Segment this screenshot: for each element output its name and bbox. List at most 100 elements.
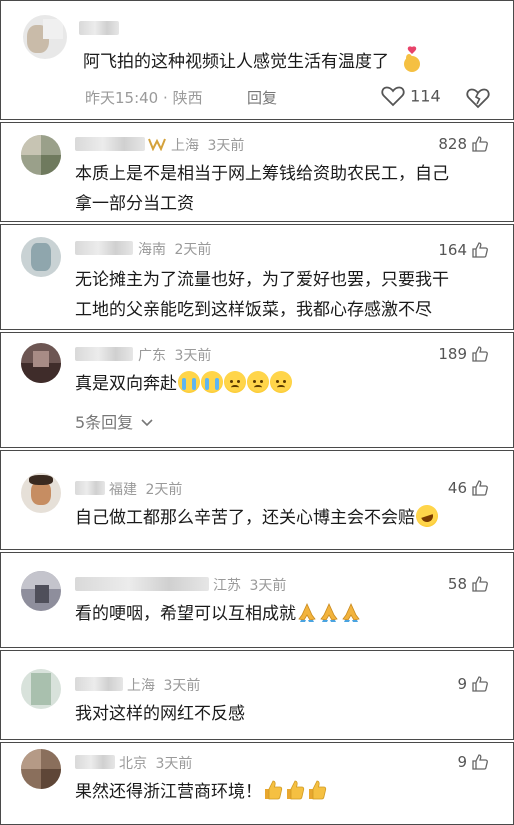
avatar[interactable]	[21, 237, 61, 277]
comment-line: 阿飞拍的这种视频让人感觉生活有温度了	[83, 52, 389, 72]
comment-card: 广东 3天前 189 真是双向奔赴 5条回复	[0, 332, 514, 448]
top-comment-card: 阿飞拍的这种视频让人感觉生活有温度了 昨天15:40 · 陕西 回复 114	[0, 0, 514, 120]
like-count: 9	[457, 675, 467, 693]
like-count: 9	[457, 753, 467, 771]
vip-badge-icon	[148, 138, 166, 151]
comment-line: 工地的父亲能吃到这样饭菜，我都心存感激不尽	[75, 300, 432, 320]
comment-time: 3天前	[155, 756, 193, 772]
comment-card: 上海 3天前 828 本质上是不是相当于网上筹钱给资助农民工，自己 拿一部分当工…	[0, 122, 514, 222]
avatar[interactable]	[21, 473, 61, 513]
broken-heart-icon[interactable]	[466, 87, 490, 109]
comment-line: 果然还得浙江营商环境！	[75, 782, 262, 802]
comment-time: 3天前	[207, 138, 245, 154]
like-button[interactable]: 114	[381, 85, 441, 109]
thumbs-up-icon[interactable]	[471, 675, 489, 693]
comment-line: 拿一部分当工资	[75, 194, 194, 214]
comment-line: 我对这样的网红不反感	[75, 704, 245, 724]
comment-text: 阿飞拍的这种视频让人感觉生活有温度了	[83, 45, 424, 77]
praying-hands-icon	[342, 603, 360, 622]
comment-location: 上海	[171, 138, 199, 154]
comment-time: 3天前	[249, 578, 287, 594]
username-blurred	[75, 481, 105, 495]
username-blurred	[75, 241, 133, 255]
comment-meta: 上海 3天前	[171, 135, 244, 155]
like-count: 46	[447, 479, 467, 497]
avatar[interactable]	[23, 15, 67, 59]
comment-meta: 上海 3天前	[127, 675, 200, 695]
username-blurred	[79, 21, 119, 35]
sad-emoji-icon	[270, 371, 292, 393]
chevron-down-icon	[141, 419, 153, 427]
separator-dot: ·	[163, 89, 173, 107]
comment-meta: 福建 2天前	[109, 479, 182, 499]
thumbs-up-icon[interactable]	[471, 575, 489, 593]
praying-hands-icon	[320, 603, 338, 622]
avatar[interactable]	[21, 669, 61, 709]
comment-meta: 北京 3天前	[119, 753, 192, 773]
like-count: 189	[438, 345, 467, 363]
avatar[interactable]	[21, 135, 61, 175]
thumbs-up-icon[interactable]	[471, 345, 489, 363]
comment-card: 海南 2天前 164 无论摊主为了流量也好，为了爱好也罢，只要我干 工地的父亲能…	[0, 224, 514, 330]
thumbs-up-emoji-icon	[265, 780, 283, 800]
comment-text: 我对这样的网红不反感	[75, 699, 245, 729]
like-count: 164	[438, 241, 467, 259]
like-count: 114	[410, 86, 441, 106]
comment-text: 自己做工都那么辛苦了，还关心博主会不会赔	[75, 502, 441, 533]
comment-card: 北京 3天前 9 果然还得浙江营商环境！	[0, 742, 514, 825]
comment-text: 果然还得浙江营商环境！	[75, 777, 328, 807]
thumbs-up-emoji-icon	[287, 780, 305, 800]
comment-card: 上海 3天前 9 我对这样的网红不反感	[0, 650, 514, 740]
comment-meta: 广东 3天前	[138, 345, 211, 365]
comment-line: 真是双向奔赴	[75, 374, 177, 394]
reply-button[interactable]: 回复	[247, 87, 277, 108]
comment-location: 江苏	[213, 578, 241, 594]
finger-heart-icon	[404, 46, 421, 72]
username-blurred	[75, 137, 145, 151]
username-blurred	[75, 577, 209, 591]
laughing-emoji-icon	[413, 502, 441, 530]
sad-emoji-icon	[247, 371, 269, 393]
avatar[interactable]	[21, 343, 61, 383]
comment-time: 2天前	[174, 242, 212, 258]
comment-location: 陕西	[172, 89, 203, 107]
sad-emoji-icon	[224, 371, 246, 393]
crying-emoji-icon	[178, 371, 200, 393]
thumbs-up-icon[interactable]	[471, 479, 489, 497]
comment-card: 福建 2天前 46 自己做工都那么辛苦了，还关心博主会不会赔	[0, 450, 514, 550]
like-count: 58	[447, 575, 467, 593]
avatar[interactable]	[21, 571, 61, 611]
view-replies-button[interactable]: 5条回复	[75, 409, 153, 433]
comment-meta: 江苏 3天前	[213, 575, 286, 595]
comment-location: 北京	[119, 756, 147, 772]
username-blurred	[75, 755, 115, 769]
comment-line: 看的哽咽，希望可以互相成就	[75, 604, 296, 624]
comment-line: 无论摊主为了流量也好，为了爱好也罢，只要我干	[75, 270, 449, 290]
thumbs-up-icon[interactable]	[471, 241, 489, 259]
comment-meta: 昨天15:40 · 陕西	[85, 87, 203, 108]
comment-location: 广东	[138, 348, 166, 364]
comment-location: 福建	[109, 482, 137, 498]
comment-time: 2天前	[145, 482, 183, 498]
comment-text: 本质上是不是相当于网上筹钱给资助农民工，自己 拿一部分当工资	[75, 159, 449, 219]
comment-card: 江苏 3天前 58 看的哽咽，希望可以互相成就	[0, 552, 514, 648]
comment-line: 自己做工都那么辛苦了，还关心博主会不会赔	[75, 508, 415, 528]
like-count: 828	[438, 135, 467, 153]
thumbs-up-icon[interactable]	[471, 753, 489, 771]
comment-meta: 海南 2天前	[138, 239, 211, 259]
comment-text: 无论摊主为了流量也好，为了爱好也罢，只要我干 工地的父亲能吃到这样饭菜，我都心存…	[75, 265, 449, 325]
comment-line: 本质上是不是相当于网上筹钱给资助农民工，自己	[75, 164, 449, 184]
comment-time: 3天前	[174, 348, 212, 364]
replies-count-label: 5条回复	[75, 413, 134, 432]
comment-text: 看的哽咽，希望可以互相成就	[75, 599, 362, 629]
username-blurred	[75, 347, 133, 361]
praying-hands-icon	[298, 603, 316, 622]
username-blurred	[75, 677, 123, 691]
comment-time: 昨天15:40	[85, 89, 159, 107]
avatar[interactable]	[21, 749, 61, 789]
thumbs-up-emoji-icon	[309, 780, 327, 800]
heart-icon	[381, 86, 405, 107]
comment-time: 3天前	[163, 678, 201, 694]
thumbs-up-icon[interactable]	[471, 135, 489, 153]
crying-emoji-icon	[201, 371, 223, 393]
